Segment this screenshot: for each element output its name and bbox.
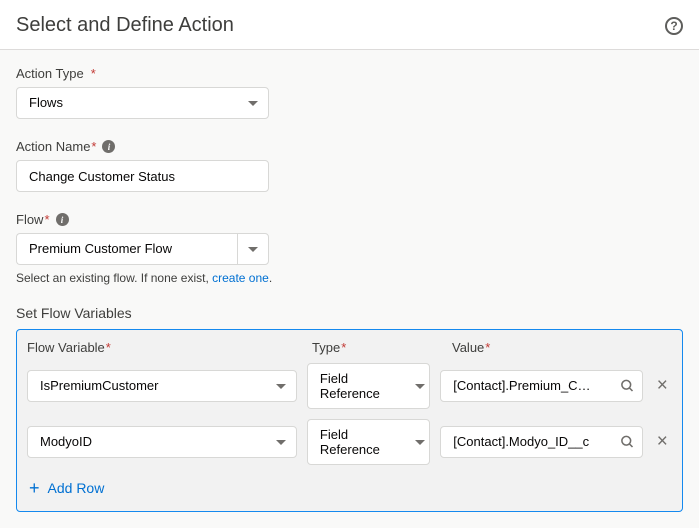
col-header-type: Type* <box>312 340 452 355</box>
action-type-label: Action Type* <box>16 66 683 81</box>
type-select[interactable]: Field Reference <box>307 419 430 465</box>
action-name-input[interactable] <box>16 160 269 192</box>
table-row: IsPremiumCustomer Field Reference [Conta… <box>27 363 672 409</box>
variables-panel: Flow Variable* Type* Value* IsPremiumCus… <box>16 329 683 512</box>
set-flow-variables-title: Set Flow Variables <box>16 305 683 321</box>
col-header-variable: Flow Variable* <box>27 340 312 355</box>
plus-icon: + <box>29 479 40 497</box>
delete-row-button[interactable]: × <box>653 432 672 452</box>
flow-variable-select[interactable]: IsPremiumCustomer <box>27 370 297 402</box>
add-row-button[interactable]: + Add Row <box>27 475 672 501</box>
col-header-value: Value* <box>452 340 652 355</box>
help-icon[interactable]: ? <box>665 17 683 35</box>
value-input[interactable]: [Contact].Modyo_ID__c <box>440 426 642 458</box>
info-icon[interactable]: i <box>102 140 115 153</box>
page-title: Select and Define Action <box>16 14 234 37</box>
flow-helper-text: Select an existing flow. If none exist, … <box>16 271 683 285</box>
info-icon[interactable]: i <box>56 213 69 226</box>
value-input[interactable]: [Contact].Premium_C… <box>440 370 642 402</box>
flow-label: Flow* <box>16 212 50 227</box>
chevron-down-icon <box>248 247 258 252</box>
table-row: ModyoID Field Reference [Contact].Modyo_… <box>27 419 672 465</box>
action-type-select[interactable]: Flows <box>16 87 269 119</box>
flow-select[interactable]: Premium Customer Flow <box>16 233 237 265</box>
flow-select-toggle[interactable] <box>237 233 269 265</box>
action-name-label: Action Name* <box>16 139 96 154</box>
close-icon: × <box>657 375 668 397</box>
delete-row-button[interactable]: × <box>653 376 672 396</box>
create-flow-link[interactable]: create one <box>212 271 269 285</box>
type-select[interactable]: Field Reference <box>307 363 430 409</box>
close-icon: × <box>657 431 668 453</box>
flow-variable-select[interactable]: ModyoID <box>27 426 297 458</box>
